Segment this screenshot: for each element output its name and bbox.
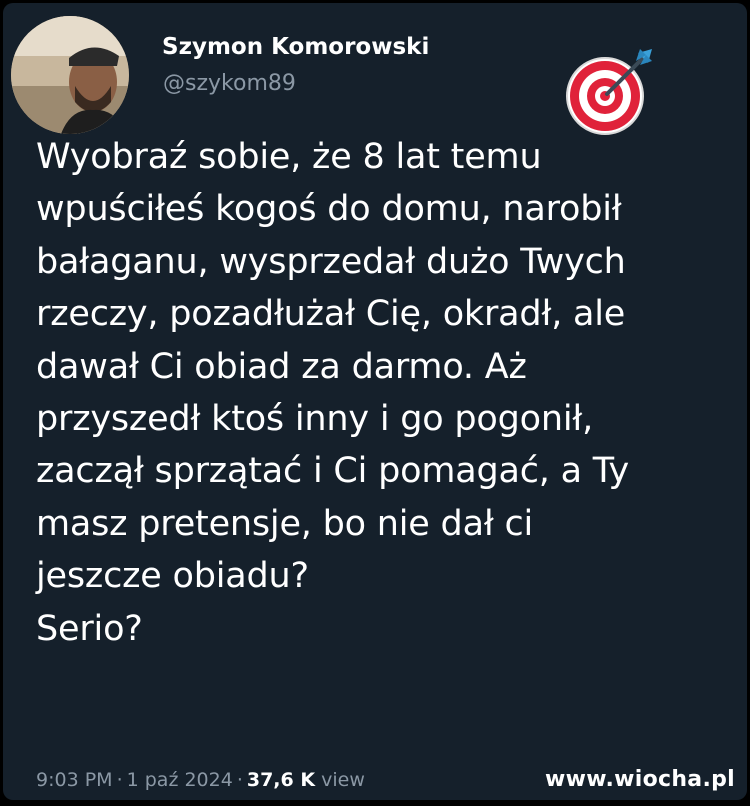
- tweet-text-line: bałaganu, wysprzedał dużo Twych: [36, 241, 626, 282]
- tweet-metadata: 9:03 PM · 1 paź 2024 · 37,6 K view: [36, 769, 365, 791]
- tweet-text-line: jeszcze obiadu?: [36, 556, 309, 597]
- tweet-text-line: rzeczy, pozadłużał Cię, okradł, ale: [36, 294, 626, 335]
- views-label: view: [321, 769, 365, 791]
- tweet-text-line: Serio?: [36, 608, 143, 649]
- tweet-time[interactable]: 9:03 PM: [36, 769, 113, 791]
- tweet-date[interactable]: 1 paź 2024: [127, 769, 233, 791]
- separator-dot: ·: [116, 769, 123, 791]
- tweet-text-line: wpuściłeś kogoś do domu, narobił: [36, 189, 622, 230]
- separator-dot: ·: [236, 769, 243, 791]
- views-count[interactable]: 37,6 K: [247, 769, 315, 791]
- author-name[interactable]: Szymon Komorowski: [162, 34, 429, 60]
- tweet-card: Szymon Komorowski @szykom89 Wyobraź sobi…: [3, 3, 747, 800]
- tweet-text-line: masz pretensje, bo nie dał ci: [36, 503, 534, 544]
- tweet-text: Wyobraź sobie, że 8 lat temu wpuściłeś k…: [36, 131, 741, 655]
- avatar-photo: [11, 16, 129, 134]
- direct-hit-target-icon: [566, 49, 652, 135]
- tweet-text-line: przyszedł ktoś inny i go pogonił,: [36, 399, 594, 440]
- author-avatar[interactable]: [11, 16, 129, 134]
- author-handle[interactable]: @szykom89: [163, 71, 296, 96]
- tweet-text-line: Wyobraź sobie, że 8 lat temu: [36, 137, 542, 177]
- tweet-text-line: dawał Ci obiad za darmo. Aż: [36, 346, 527, 387]
- tweet-text-line: zaczął sprzątać i Ci pomagać, a Ty: [36, 451, 630, 492]
- site-watermark: www.wiocha.pl: [545, 767, 735, 792]
